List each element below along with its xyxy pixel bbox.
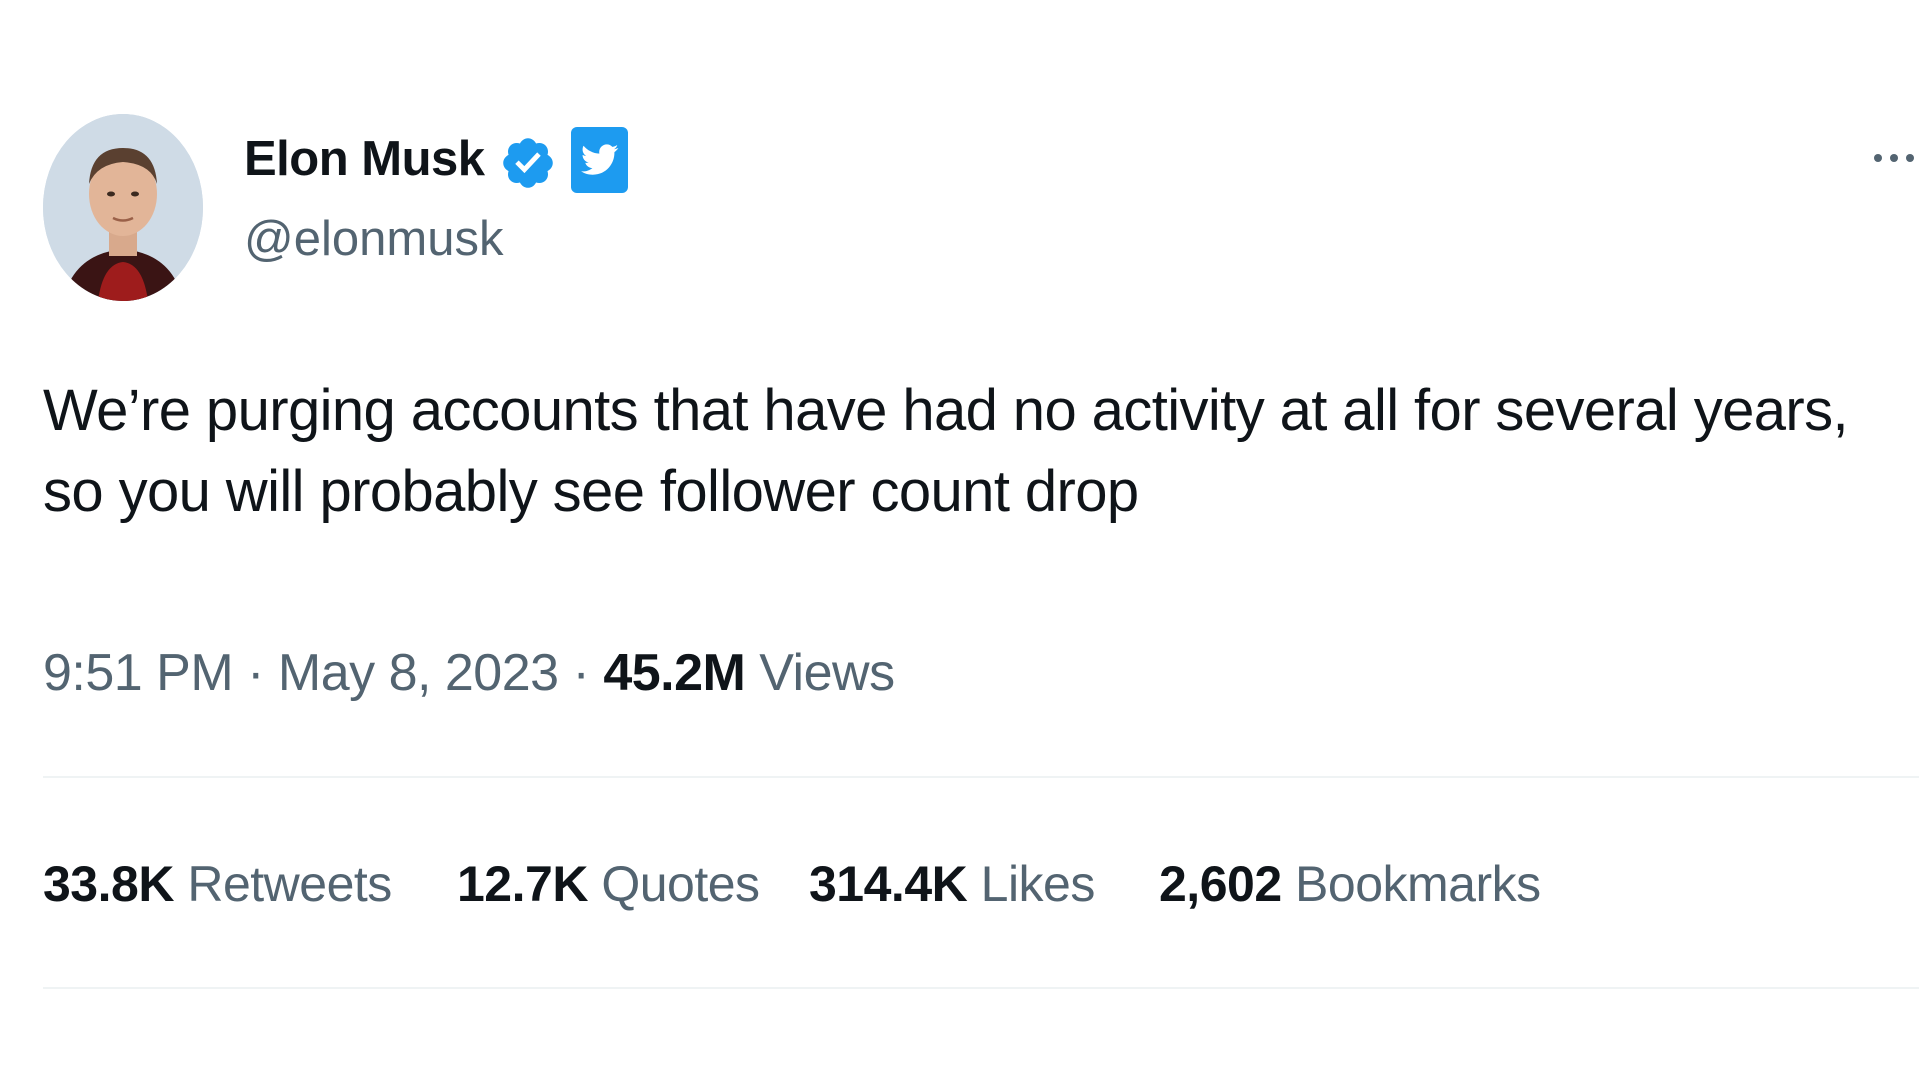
views-count: 45.2M xyxy=(603,644,746,702)
likes-label: Likes xyxy=(980,856,1096,912)
tweet-card: Elon Musk @elonmusk We’re purging accoun… xyxy=(0,0,1919,1080)
more-options-icon[interactable] xyxy=(1874,146,1919,170)
tweet-meta: 9:51 PM · May 8, 2023 · 45.2M Views xyxy=(43,640,895,706)
tweet-text-line: We’re purging accounts that have had no … xyxy=(43,378,1849,443)
tweet-text: We’re purging accounts that have had no … xyxy=(43,370,1903,532)
author-handle[interactable]: @elonmusk xyxy=(244,208,503,270)
tweet-time[interactable]: 9:51 PM xyxy=(43,644,234,702)
quotes-stat[interactable]: 12.7K Quotes xyxy=(457,852,760,916)
views-label: Views xyxy=(759,644,895,702)
verified-badge-icon xyxy=(499,134,557,192)
avatar[interactable] xyxy=(43,114,203,301)
quotes-count: 12.7K xyxy=(457,856,588,912)
retweets-count: 33.8K xyxy=(43,856,174,912)
twitter-bird-icon xyxy=(571,127,628,193)
tweet-date[interactable]: May 8, 2023 xyxy=(278,644,559,702)
bookmarks-stat[interactable]: 2,602 Bookmarks xyxy=(1159,852,1541,916)
meta-separator: · xyxy=(572,644,590,702)
likes-count: 314.4K xyxy=(809,856,968,912)
bookmarks-label: Bookmarks xyxy=(1295,856,1541,912)
divider xyxy=(43,987,1919,989)
meta-separator: · xyxy=(247,644,264,702)
quotes-label: Quotes xyxy=(601,856,760,912)
retweets-stat[interactable]: 33.8K Retweets xyxy=(43,852,392,916)
retweets-label: Retweets xyxy=(187,856,392,912)
tweet-text-line: so you will probably see follower count … xyxy=(43,459,1139,524)
likes-stat[interactable]: 314.4K Likes xyxy=(809,852,1095,916)
author-name[interactable]: Elon Musk xyxy=(244,128,485,190)
bookmarks-count: 2,602 xyxy=(1159,856,1282,912)
divider xyxy=(43,776,1919,778)
